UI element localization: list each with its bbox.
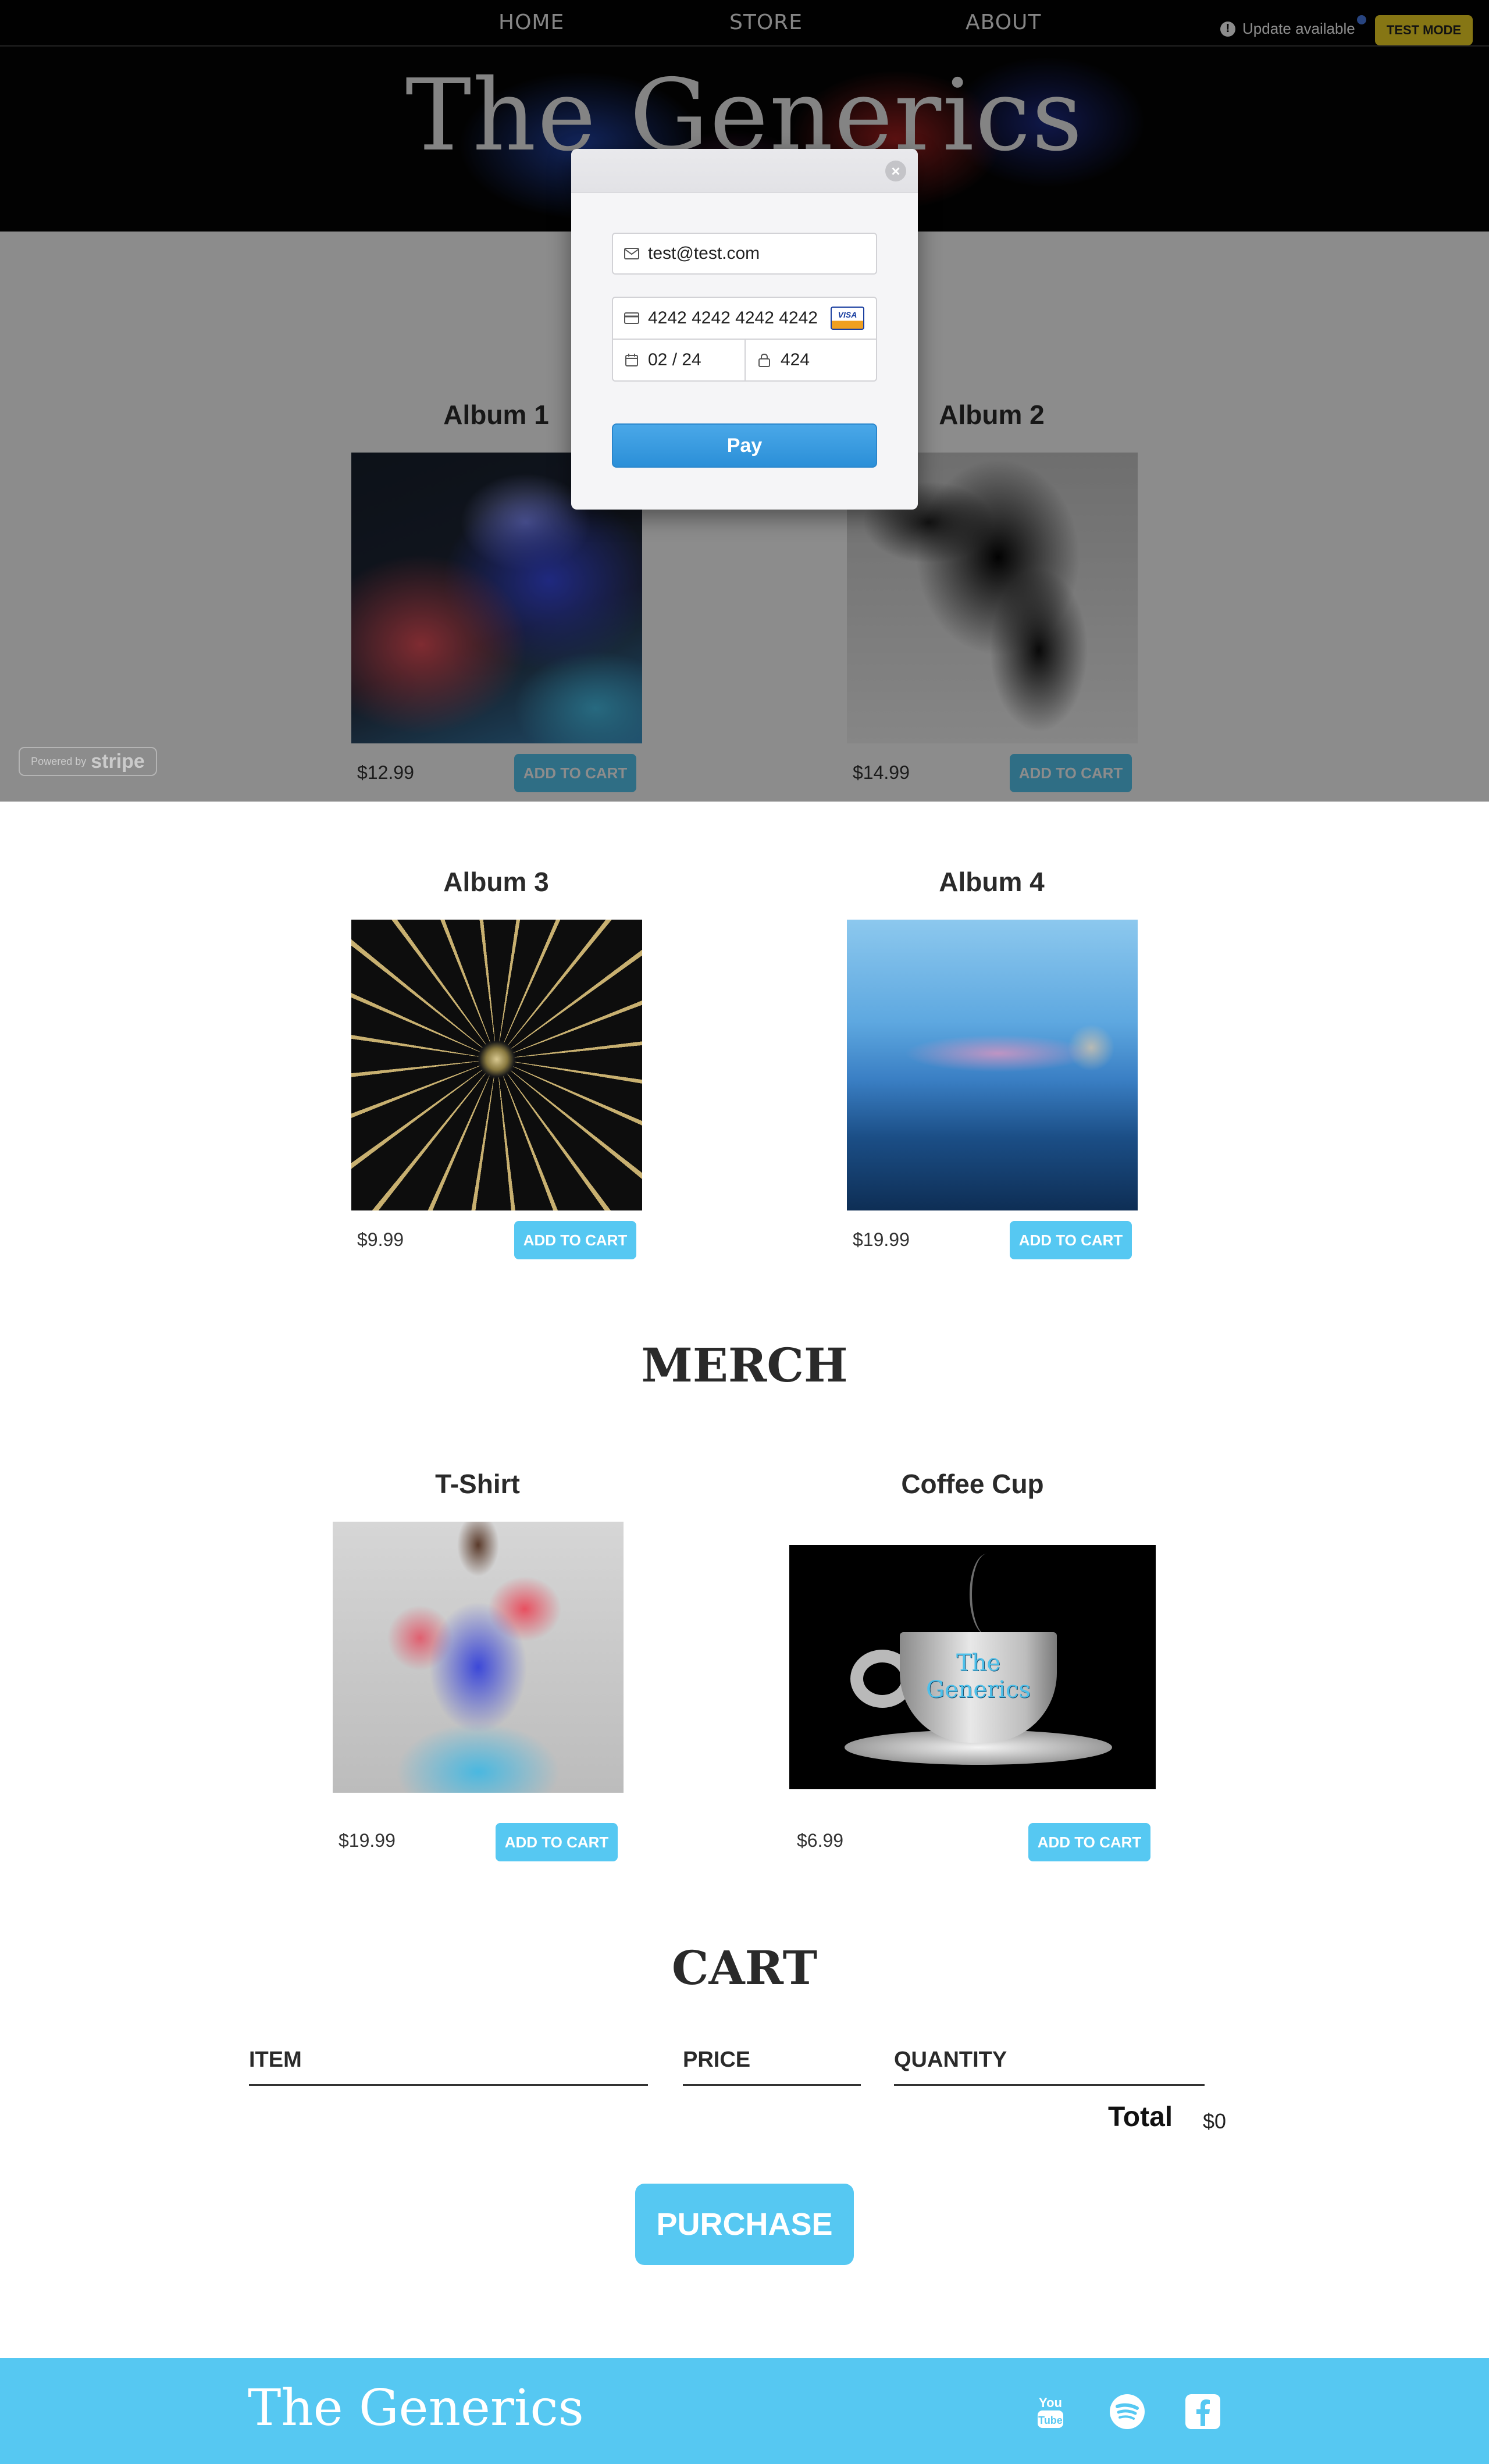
svg-text:You: You bbox=[1039, 2395, 1062, 2410]
calendar-icon bbox=[624, 352, 640, 368]
facebook-icon[interactable] bbox=[1184, 2393, 1221, 2430]
stripe-checkout-modal: × test@test.com 4242 4242 4242 4242 VISA… bbox=[571, 149, 918, 510]
album-4-add-to-cart-button[interactable]: ADD TO CART bbox=[1010, 1221, 1132, 1259]
pay-button[interactable]: Pay bbox=[612, 423, 877, 468]
tshirt-title: T-Shirt bbox=[435, 1469, 520, 1499]
visa-card-icon: VISA bbox=[831, 307, 864, 330]
svg-text:Tube: Tube bbox=[1038, 2415, 1063, 2426]
email-field[interactable]: test@test.com bbox=[612, 233, 877, 275]
cart-total-label: Total bbox=[1108, 2102, 1173, 2132]
card-number-field[interactable]: 4242 4242 4242 4242 VISA bbox=[612, 297, 877, 340]
merch-section-title: MERCH bbox=[641, 1338, 848, 1393]
steam-decoration bbox=[970, 1554, 1004, 1635]
cart-item-column-header: ITEM bbox=[249, 2048, 648, 2086]
cart-quantity-column-header: QUANTITY bbox=[894, 2048, 1205, 2086]
coffee-cup-title: Coffee Cup bbox=[901, 1469, 1044, 1499]
coffee-cup-image[interactable]: The Generics bbox=[789, 1545, 1156, 1789]
cvc-field[interactable]: 424 bbox=[744, 339, 877, 382]
footer-band-name: The Generics bbox=[248, 2379, 584, 2437]
album-4-cover[interactable] bbox=[847, 920, 1138, 1210]
album-3-price: $9.99 bbox=[357, 1229, 404, 1250]
purchase-button[interactable]: PURCHASE bbox=[635, 2184, 854, 2265]
cart-total-value: $0 bbox=[1203, 2109, 1227, 2133]
cvc-value: 424 bbox=[781, 350, 810, 369]
cart-section-title: CART bbox=[671, 1940, 818, 1995]
card-number-value: 4242 4242 4242 4242 bbox=[648, 308, 818, 327]
powered-by-stripe-badge[interactable]: Powered by stripe bbox=[19, 747, 157, 776]
envelope-icon bbox=[624, 245, 640, 262]
cart-price-column-header: PRICE bbox=[683, 2048, 861, 2086]
album-4-title: Album 4 bbox=[939, 867, 1045, 897]
album-4-price: $19.99 bbox=[853, 1229, 910, 1250]
youtube-icon[interactable]: You Tube bbox=[1032, 2393, 1069, 2430]
coffee-cup-add-to-cart-button[interactable]: ADD TO CART bbox=[1028, 1823, 1150, 1861]
coffee-cup-price: $6.99 bbox=[797, 1830, 844, 1851]
tshirt-price: $19.99 bbox=[339, 1830, 396, 1851]
expiry-value: 02 / 24 bbox=[648, 350, 701, 369]
lock-icon bbox=[756, 352, 772, 368]
spotify-icon[interactable] bbox=[1109, 2393, 1146, 2430]
album-3-add-to-cart-button[interactable]: ADD TO CART bbox=[514, 1221, 636, 1259]
tshirt-add-to-cart-button[interactable]: ADD TO CART bbox=[496, 1823, 618, 1861]
expiry-field[interactable]: 02 / 24 bbox=[612, 339, 746, 382]
credit-card-icon bbox=[624, 310, 640, 326]
modal-header: × bbox=[571, 149, 918, 193]
close-icon[interactable]: × bbox=[885, 161, 906, 181]
site-footer: The Generics You Tube bbox=[0, 2358, 1489, 2464]
album-3-title: Album 3 bbox=[443, 867, 549, 897]
tshirt-image[interactable] bbox=[333, 1522, 624, 1793]
powered-by-label: Powered by bbox=[31, 755, 87, 767]
email-value: test@test.com bbox=[648, 244, 760, 263]
stripe-logo-text: stripe bbox=[91, 750, 145, 772]
cup-print-text: The Generics bbox=[926, 1650, 1031, 1703]
album-3-cover[interactable] bbox=[351, 920, 642, 1210]
